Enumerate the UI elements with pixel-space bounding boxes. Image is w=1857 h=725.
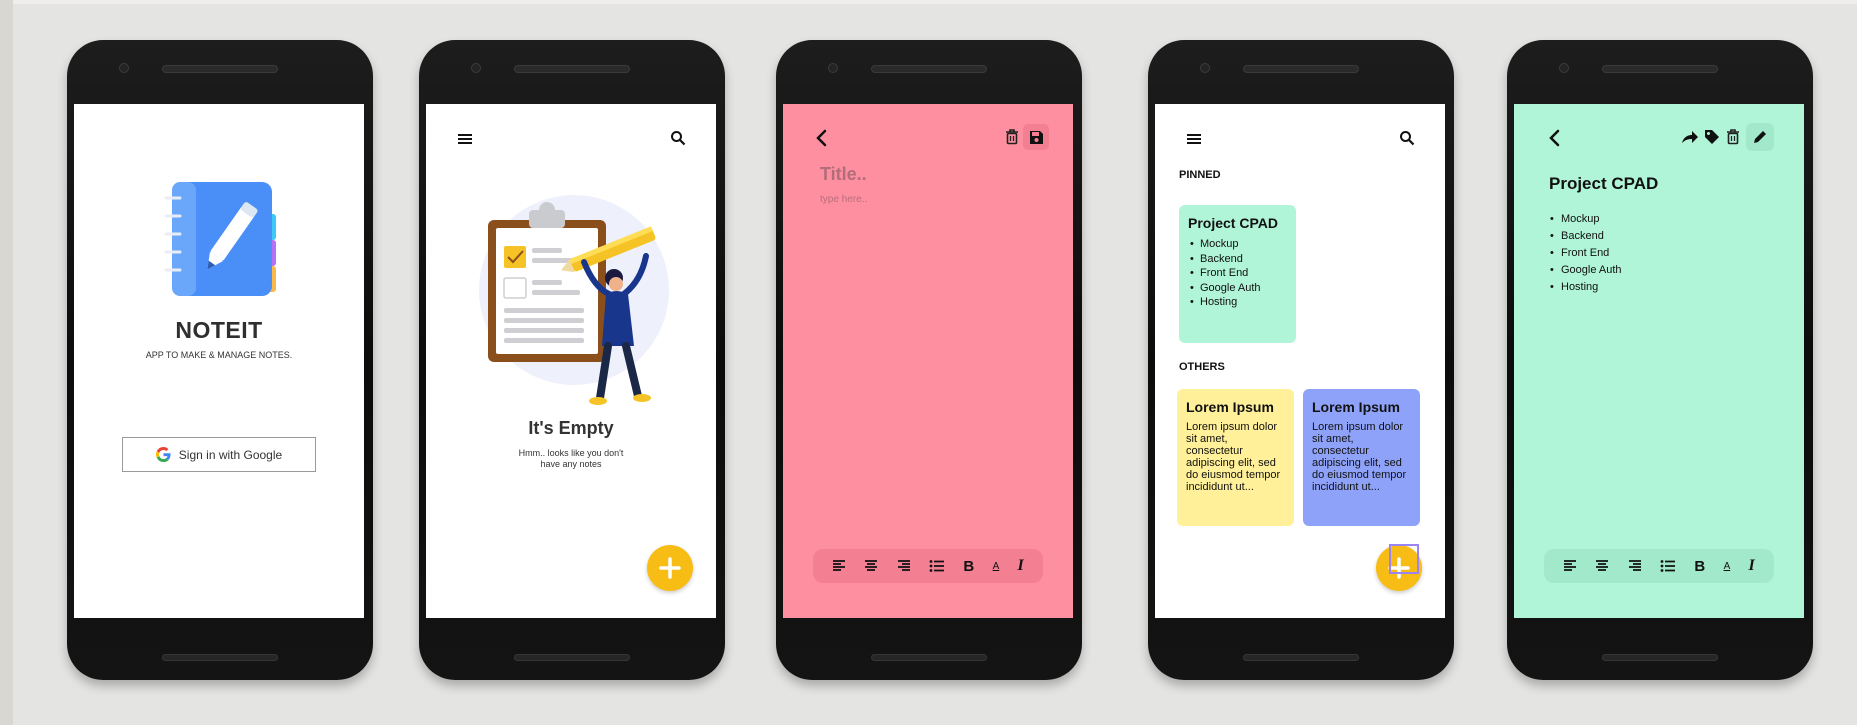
- note-preview: Lorem ipsum dolor sit amet, consectetur …: [1312, 421, 1407, 493]
- share-icon[interactable]: [1681, 130, 1699, 144]
- back-arrow-icon[interactable]: [815, 129, 829, 147]
- italic-button[interactable]: I: [1018, 557, 1024, 575]
- align-center-icon[interactable]: [864, 559, 878, 573]
- text-color-button[interactable]: A: [993, 561, 1000, 572]
- notes-list-screen: PINNED Project CPAD Mockup Backend Front…: [1155, 104, 1445, 618]
- page-top-edge: [0, 0, 1857, 4]
- formatting-toolbar: B A I: [813, 549, 1043, 583]
- empty-state-title: It's Empty: [528, 418, 614, 438]
- text-color-button[interactable]: A: [1724, 561, 1731, 572]
- note-checklist: Mockup Backend Front End Google Auth Hos…: [1549, 211, 1622, 296]
- formatting-toolbar: B A I: [1544, 549, 1774, 583]
- plus-icon: [659, 557, 681, 579]
- list-item: Mockup: [1549, 211, 1622, 228]
- note-title: Project CPAD: [1549, 174, 1659, 193]
- earpiece-speaker: [1602, 65, 1718, 73]
- selection-highlight: [1389, 544, 1419, 574]
- empty-state-subtitle: Hmm.. looks like you don't have any note…: [518, 448, 624, 469]
- list-item: Front End: [1188, 266, 1287, 281]
- align-center-icon[interactable]: [1595, 559, 1609, 573]
- italic-button[interactable]: I: [1749, 557, 1755, 575]
- home-bar: [162, 654, 278, 661]
- notebook-logo-icon: [158, 168, 288, 303]
- note-title: Lorem Ipsum: [1186, 399, 1274, 415]
- app-subtitle: APP TO MAKE & MANAGE NOTES.: [145, 350, 293, 360]
- body-placeholder[interactable]: type here..: [820, 194, 867, 205]
- home-bar: [871, 654, 987, 661]
- empty-clipboard-illustration-icon: [474, 194, 670, 414]
- align-right-icon[interactable]: [1628, 559, 1642, 573]
- list-item: Backend: [1549, 228, 1622, 245]
- home-bar: [1602, 654, 1718, 661]
- note-title: Lorem Ipsum: [1312, 399, 1400, 415]
- google-signin-label: Sign in with Google: [178, 447, 283, 462]
- empty-screen: It's Empty Hmm.. looks like you don't ha…: [426, 104, 716, 618]
- front-camera: [471, 63, 481, 73]
- edit-pencil-icon[interactable]: [1746, 123, 1774, 151]
- list-item: Hosting: [1188, 295, 1287, 310]
- phone-notes-list: PINNED Project CPAD Mockup Backend Front…: [1148, 40, 1454, 680]
- editor-screen: Title.. type here.. B A I: [783, 104, 1073, 618]
- front-camera: [1559, 63, 1569, 73]
- back-arrow-icon[interactable]: [1548, 129, 1562, 147]
- phone-empty: It's Empty Hmm.. looks like you don't ha…: [419, 40, 725, 680]
- tag-icon[interactable]: [1704, 129, 1720, 145]
- trash-icon[interactable]: [1726, 129, 1740, 145]
- list-item: Front End: [1549, 245, 1622, 262]
- note-preview: Lorem ipsum dolor sit amet, consectetur …: [1186, 421, 1281, 493]
- signin-screen: NOTEIT APP TO MAKE & MANAGE NOTES. Sign …: [74, 104, 364, 618]
- search-icon[interactable]: [1399, 130, 1415, 146]
- pinned-note-card[interactable]: Project CPAD Mockup Backend Front End Go…: [1179, 205, 1296, 343]
- list-item: Mockup: [1188, 237, 1287, 252]
- earpiece-speaker: [871, 65, 987, 73]
- hamburger-menu-icon[interactable]: [1186, 131, 1202, 147]
- bold-button[interactable]: B: [1694, 558, 1705, 575]
- google-g-icon: [155, 447, 171, 462]
- align-right-icon[interactable]: [897, 559, 911, 573]
- front-camera: [828, 63, 838, 73]
- list-item: Backend: [1188, 252, 1287, 267]
- earpiece-speaker: [1243, 65, 1359, 73]
- front-camera: [119, 63, 129, 73]
- title-placeholder[interactable]: Title..: [820, 164, 867, 185]
- pinned-section-label: PINNED: [1179, 169, 1221, 181]
- align-left-icon[interactable]: [832, 559, 846, 573]
- note-card[interactable]: Lorem Ipsum Lorem ipsum dolor sit amet, …: [1177, 389, 1294, 526]
- bullet-list-icon[interactable]: [1660, 559, 1676, 573]
- page-left-edge: [0, 0, 13, 725]
- bullet-list-icon[interactable]: [929, 559, 945, 573]
- list-item: Google Auth: [1188, 281, 1287, 296]
- add-note-button[interactable]: [647, 545, 693, 591]
- bold-button[interactable]: B: [963, 558, 974, 575]
- note-checklist: Mockup Backend Front End Google Auth Hos…: [1188, 237, 1287, 310]
- list-item: Hosting: [1549, 279, 1622, 296]
- app-title: NOTEIT: [175, 317, 263, 343]
- save-icon[interactable]: [1023, 124, 1049, 150]
- front-camera: [1200, 63, 1210, 73]
- earpiece-speaker: [162, 65, 278, 73]
- align-left-icon[interactable]: [1563, 559, 1577, 573]
- note-card[interactable]: Lorem Ipsum Lorem ipsum dolor sit amet, …: [1303, 389, 1420, 526]
- search-icon[interactable]: [670, 130, 686, 146]
- hamburger-menu-icon[interactable]: [457, 131, 473, 147]
- home-bar: [514, 654, 630, 661]
- others-section-label: OTHERS: [1179, 361, 1225, 373]
- home-bar: [1243, 654, 1359, 661]
- note-detail-screen: Project CPAD Mockup Backend Front End Go…: [1514, 104, 1804, 618]
- trash-icon[interactable]: [1005, 129, 1019, 145]
- phone-signin: NOTEIT APP TO MAKE & MANAGE NOTES. Sign …: [67, 40, 373, 680]
- list-item: Google Auth: [1549, 262, 1622, 279]
- note-title: Project CPAD: [1188, 215, 1278, 231]
- earpiece-speaker: [514, 65, 630, 73]
- google-signin-button[interactable]: Sign in with Google: [122, 437, 316, 472]
- phone-editor: Title.. type here.. B A I: [776, 40, 1082, 680]
- phone-note-detail: Project CPAD Mockup Backend Front End Go…: [1507, 40, 1813, 680]
